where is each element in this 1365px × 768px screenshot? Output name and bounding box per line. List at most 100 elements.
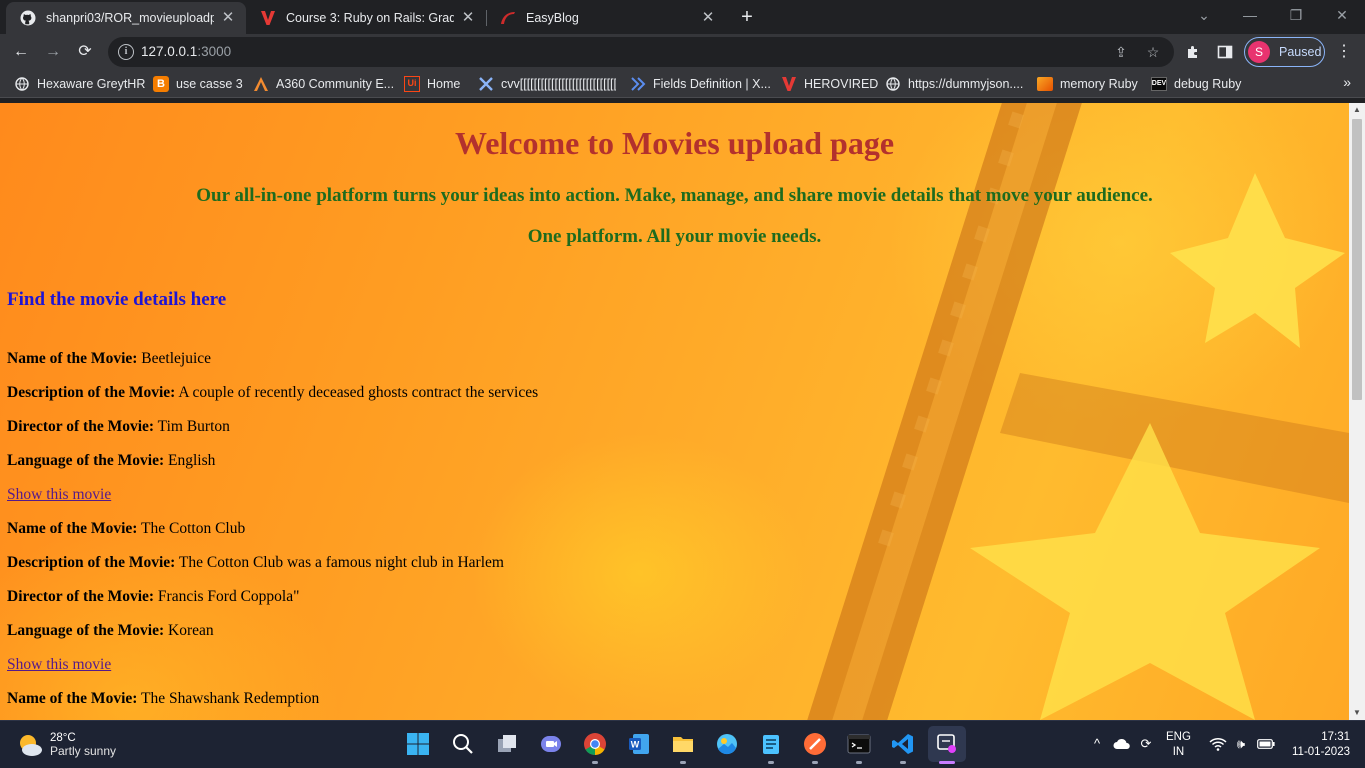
side-panel-icon[interactable] bbox=[1213, 40, 1237, 64]
github-icon bbox=[20, 10, 36, 26]
minimize-button[interactable]: — bbox=[1235, 4, 1265, 26]
running-indicator bbox=[768, 761, 774, 764]
weather-widget[interactable]: 28°C Partly sunny bbox=[16, 731, 116, 759]
bookmark-fields-definition[interactable]: Fields Definition | X... bbox=[630, 75, 771, 93]
blogger-icon: B bbox=[153, 76, 169, 92]
snipping-tool-icon[interactable] bbox=[928, 726, 966, 762]
tagline-secondary: One platform. All your movie needs. bbox=[527, 226, 822, 247]
movie-language-row: Language of the Movie: English bbox=[7, 452, 216, 469]
battery-icon[interactable] bbox=[1255, 733, 1277, 755]
show-movie-link[interactable]: Show this movie bbox=[7, 486, 111, 504]
system-clock[interactable]: 17:31 11-01-2023 bbox=[1286, 730, 1350, 760]
image-icon bbox=[1037, 76, 1053, 92]
word-icon[interactable]: W bbox=[625, 730, 653, 758]
movie-description-row: Description of the Movie: A couple of re… bbox=[7, 384, 539, 401]
bookmark-memory-ruby[interactable]: memory Ruby bbox=[1037, 75, 1138, 93]
notepad-icon[interactable] bbox=[757, 730, 785, 758]
new-tab-button[interactable]: + bbox=[736, 6, 758, 28]
svg-text:W: W bbox=[631, 740, 640, 750]
running-indicator bbox=[680, 761, 686, 764]
url-text[interactable]: 127.0.0.1:3000 bbox=[141, 44, 231, 59]
bookmark-cvv[interactable]: cvv[[[[[[[[[[[[[[[[[[[[[[[[[[[[... bbox=[478, 75, 616, 93]
bookmark-star-icon[interactable]: ☆ bbox=[1143, 42, 1163, 62]
tab-title: Course 3: Ruby on Rails: Graded A bbox=[286, 11, 454, 25]
close-tab-icon[interactable]: ✕ bbox=[460, 10, 476, 26]
more-bookmarks-icon[interactable]: » bbox=[1343, 74, 1351, 90]
bookmark-a360[interactable]: A360 Community E... bbox=[253, 75, 394, 93]
bookmark-hexaware[interactable]: Hexaware GreytHR bbox=[14, 75, 145, 93]
vscode-icon[interactable] bbox=[889, 730, 917, 758]
scroll-up-arrow-icon[interactable]: ▲ bbox=[1349, 103, 1365, 117]
globe-icon bbox=[885, 76, 901, 92]
menu-kebab-icon[interactable]: ⋮ bbox=[1332, 40, 1356, 64]
page-content: Welcome to Movies upload page Our all-in… bbox=[0, 103, 1349, 720]
task-view-icon[interactable] bbox=[493, 730, 521, 758]
share-icon[interactable]: ⇪ bbox=[1111, 42, 1131, 62]
running-indicator bbox=[592, 761, 598, 764]
globe-icon bbox=[14, 76, 30, 92]
bookmark-use-casse[interactable]: B use casse 3 bbox=[153, 75, 243, 93]
running-indicator bbox=[812, 761, 818, 764]
movie-description-row: Description of the Movie: The Cotton Clu… bbox=[7, 554, 504, 571]
reload-button[interactable]: ⟳ bbox=[73, 40, 97, 64]
x-logo-icon bbox=[478, 76, 494, 92]
volume-icon[interactable]: 🕪 bbox=[1231, 733, 1251, 755]
address-bar[interactable]: i 127.0.0.1:3000 ⇪ ☆ bbox=[108, 37, 1174, 67]
tab-easyblog[interactable]: EasyBlog ✕ bbox=[486, 2, 726, 34]
close-tab-icon[interactable]: ✕ bbox=[700, 10, 716, 26]
profile-button[interactable]: S Paused bbox=[1244, 37, 1325, 67]
movie-name-row: Name of the Movie: The Cotton Club bbox=[7, 520, 246, 537]
wifi-icon[interactable] bbox=[1207, 733, 1229, 755]
find-movie-details-link[interactable]: Find the movie details here bbox=[7, 289, 226, 311]
weather-condition: Partly sunny bbox=[50, 744, 117, 758]
tab-search-icon[interactable]: ⌄ bbox=[1189, 4, 1219, 26]
dev-to-icon: DEV bbox=[1150, 76, 1168, 92]
rails-icon bbox=[500, 10, 516, 26]
bookmark-herovired[interactable]: HEROVIRED bbox=[781, 75, 878, 93]
chrome-icon[interactable] bbox=[581, 730, 609, 758]
onedrive-cloud-icon[interactable] bbox=[1112, 733, 1132, 755]
tab-title: shanpri03/ROR_movieuploadpage bbox=[46, 11, 214, 25]
close-tab-icon[interactable]: ✕ bbox=[220, 10, 236, 26]
terminal-icon[interactable] bbox=[845, 730, 873, 758]
show-hidden-icons-chevron-icon[interactable]: ^ bbox=[1088, 733, 1106, 755]
scrollbar-thumb[interactable] bbox=[1352, 119, 1362, 400]
tab-strip: shanpri03/ROR_movieuploadpage ✕ Course 3… bbox=[0, 0, 1365, 34]
back-button[interactable]: ← bbox=[9, 40, 33, 64]
bookmarks-bar: Hexaware GreytHR B use casse 3 A360 Comm… bbox=[0, 70, 1365, 98]
weather-temperature: 28°C bbox=[50, 732, 76, 744]
search-icon[interactable] bbox=[449, 730, 477, 758]
restore-button[interactable]: ❐ bbox=[1281, 4, 1311, 26]
movie-name-row: Name of the Movie: The Shawshank Redempt… bbox=[7, 690, 320, 707]
show-movie-link[interactable]: Show this movie bbox=[7, 656, 111, 674]
input-language[interactable]: ENG IN bbox=[1166, 730, 1191, 760]
bookmark-home[interactable]: Ui Home bbox=[404, 75, 460, 93]
movie-director-row: Director of the Movie: Tim Burton bbox=[7, 418, 230, 435]
site-info-icon[interactable]: i bbox=[118, 44, 134, 60]
movie-name-row: Name of the Movie: Beetlejuice bbox=[7, 350, 212, 367]
chevron-logo-icon bbox=[630, 76, 646, 92]
partly-sunny-icon bbox=[16, 731, 44, 759]
scroll-down-arrow-icon[interactable]: ▼ bbox=[1349, 706, 1365, 720]
active-indicator bbox=[939, 761, 955, 764]
start-windows-icon[interactable] bbox=[404, 730, 432, 758]
postman-icon[interactable] bbox=[801, 730, 829, 758]
file-explorer-icon[interactable] bbox=[669, 730, 697, 758]
running-indicator bbox=[856, 761, 862, 764]
page-scrollbar[interactable]: ▲ ▼ bbox=[1349, 103, 1365, 720]
extensions-icon[interactable] bbox=[1181, 40, 1205, 64]
tab-github[interactable]: shanpri03/ROR_movieuploadpage ✕ bbox=[6, 2, 246, 34]
photos-icon[interactable] bbox=[713, 730, 741, 758]
forward-button[interactable]: → bbox=[41, 40, 65, 64]
page-title: Welcome to Movies upload page bbox=[454, 125, 895, 161]
bookmark-dummyjson[interactable]: https://dummyjson.... bbox=[885, 75, 1023, 93]
sync-icon[interactable]: ⟳ bbox=[1136, 733, 1156, 755]
vired-icon bbox=[260, 10, 276, 26]
teams-chat-icon[interactable] bbox=[537, 730, 565, 758]
close-window-button[interactable]: ✕ bbox=[1327, 4, 1357, 26]
tab-title: EasyBlog bbox=[526, 11, 579, 25]
bookmark-debug-ruby[interactable]: DEV debug Ruby bbox=[1150, 75, 1241, 93]
profile-status: Paused bbox=[1279, 45, 1322, 59]
browser-toolbar: ← → ⟳ i 127.0.0.1:3000 ⇪ ☆ S Paused ⋮ bbox=[0, 34, 1365, 70]
tab-course[interactable]: Course 3: Ruby on Rails: Graded A ✕ bbox=[246, 2, 486, 34]
